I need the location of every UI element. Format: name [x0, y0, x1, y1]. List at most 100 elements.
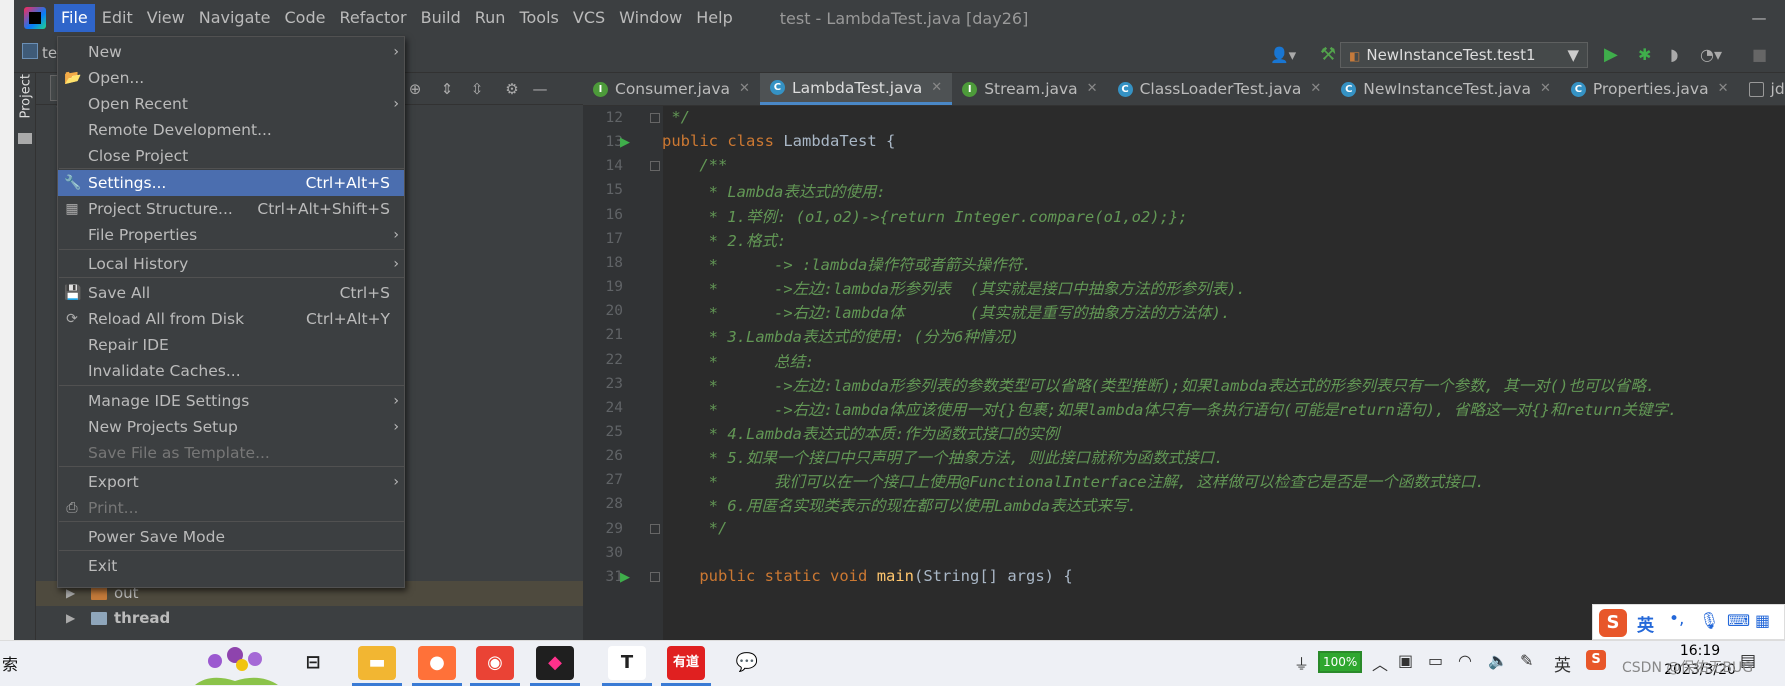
fold-marker-icon[interactable] [650, 571, 660, 582]
code-line[interactable]: * 2.格式: [662, 229, 787, 251]
menu-item-close-project[interactable]: Close Project [58, 143, 404, 169]
code-line[interactable]: * 我们可以在一个接口上使用@FunctionalInterface注解, 这样… [662, 470, 1485, 492]
code-line[interactable]: * 1.举例: (o1,o2)->{return Integer.compare… [662, 205, 1188, 227]
intellij-taskbar-icon[interactable]: ◆ [536, 646, 574, 680]
menu-vcs[interactable]: VCS [566, 4, 612, 32]
fold-marker-icon[interactable] [650, 161, 660, 172]
project-tool-button[interactable]: Project [19, 74, 34, 118]
sogou-tray-icon[interactable]: S [1586, 650, 1606, 670]
battery-indicator[interactable]: 100% [1318, 651, 1363, 673]
menu-navigate[interactable]: Navigate [192, 4, 278, 32]
menu-run[interactable]: Run [468, 4, 513, 32]
gear-icon[interactable]: ⚙ [503, 80, 521, 98]
menu-item-reload-all-from-disk[interactable]: ⟳ Reload All from Disk Ctrl+Alt+Y [58, 306, 404, 332]
debug-icon[interactable]: ✱ [1638, 42, 1651, 68]
menu-item-remote-development[interactable]: Remote Development... [58, 117, 404, 143]
code-line[interactable]: public class LambdaTest { [662, 132, 895, 150]
close-icon[interactable]: ✕ [931, 73, 942, 104]
typora-taskbar-icon[interactable]: T [608, 646, 646, 680]
menu-window[interactable]: Window [612, 4, 689, 32]
code-line[interactable]: */ [662, 108, 690, 126]
code-line[interactable]: * ->左边:lambda形参列表的参数类型可以省略(类型推断);如果lambd… [662, 374, 1655, 396]
menu-view[interactable]: View [140, 4, 192, 32]
menu-item-open[interactable]: 📂 Open... [58, 65, 404, 91]
close-icon[interactable]: ✕ [1087, 73, 1098, 105]
menu-item-power-save-mode[interactable]: Power Save Mode [58, 524, 404, 550]
editor-tab[interactable]: C ClassLoaderTest.java ✕ [1108, 73, 1332, 105]
microphone-icon[interactable]: 🎙 [1699, 611, 1719, 630]
code-line[interactable]: * Lambda表达式的使用: [662, 180, 886, 202]
run-gutter-icon[interactable]: ▶ [620, 135, 630, 150]
punctuation-icon[interactable]: •, [1669, 609, 1684, 629]
code-line[interactable]: * 6.用匿名实现类表示的现在都可以使用Lambda表达式来写. [662, 494, 1137, 516]
editor-tab[interactable]: I Consumer.java ✕ [583, 73, 760, 105]
menu-item-open-recent[interactable]: Open Recent › [58, 91, 404, 117]
menu-help[interactable]: Help [689, 4, 739, 32]
collapse-all-icon[interactable]: ⇳ [468, 80, 486, 98]
ime-language[interactable]: 英 [1637, 611, 1654, 636]
menu-item-new[interactable]: New › [58, 39, 404, 65]
code-line[interactable]: /** [662, 156, 727, 174]
menu-item-project-structure[interactable]: ▦ Project Structure... Ctrl+Alt+Shift+S [58, 196, 404, 222]
menu-refactor[interactable]: Refactor [332, 4, 413, 32]
menu-item-settings[interactable]: 🔧 Settings... Ctrl+Alt+S [58, 170, 404, 196]
run-gutter-icon[interactable]: ▶ [620, 570, 630, 585]
menu-item-export[interactable]: Export › [58, 469, 404, 495]
close-icon[interactable]: ✕ [1540, 73, 1551, 105]
code-line[interactable]: * -> :lambda操作符或者箭头操作符. [662, 253, 1032, 275]
close-icon[interactable]: ✕ [1310, 73, 1321, 105]
profile-icon[interactable]: ◔▾ [1700, 42, 1722, 68]
menu-item-invalidate-caches[interactable]: Invalidate Caches... [58, 358, 404, 384]
menu-item-file-properties[interactable]: File Properties › [58, 222, 404, 248]
editor-tab[interactable]: C NewInstanceTest.java ✕ [1331, 73, 1561, 105]
chevron-right-icon[interactable]: ▶ [66, 606, 75, 631]
wifi-icon[interactable]: ◠ [1458, 651, 1472, 670]
menu-edit[interactable]: Edit [95, 4, 140, 32]
close-icon[interactable]: ✕ [739, 73, 750, 105]
fold-marker-icon[interactable] [650, 113, 660, 123]
menu-code[interactable]: Code [278, 4, 333, 32]
run-icon[interactable]: ▶ [1604, 42, 1618, 68]
youdao-taskbar-icon[interactable]: 有道 [667, 646, 705, 680]
account-icon[interactable]: 👤▾ [1270, 42, 1296, 68]
locate-icon[interactable]: ⊕ [406, 80, 424, 98]
stop-icon[interactable]: ■ [1752, 42, 1767, 68]
toolbox-icon[interactable]: ▦ [1755, 611, 1770, 630]
run-configuration-select[interactable]: ◧ NewInstanceTest.test1 ▼ [1340, 42, 1588, 68]
hide-panel-icon[interactable]: — [531, 80, 549, 98]
menu-item-repair-ide[interactable]: Repair IDE [58, 332, 404, 358]
coverage-icon[interactable]: ◗ [1670, 42, 1678, 68]
search-label[interactable]: 索 [2, 651, 18, 675]
code-line[interactable]: public static void main(String[] args) { [662, 567, 1072, 585]
task-view-taskbar-icon[interactable]: ⊟ [294, 646, 332, 680]
expand-all-icon[interactable]: ⇕ [438, 80, 456, 98]
chevron-up-icon[interactable]: ︿ [1372, 651, 1388, 675]
code-line[interactable]: * ->左边:lambda形参列表 (其实就是接口中抽象方法的形参列表). [662, 277, 1246, 299]
code-line[interactable]: * 4.Lambda表达式的本质:作为函数式接口的实例 [662, 422, 1060, 444]
code-line[interactable]: */ [662, 519, 728, 537]
menu-item-local-history[interactable]: Local History › [58, 251, 404, 277]
editor-tab[interactable]: jdbc.prop [1739, 73, 1785, 105]
code-line[interactable]: * 5.如果一个接口中只声明了一个抽象方法, 则此接口就称为函数式接口. [662, 446, 1224, 468]
editor-tab[interactable]: C Properties.java ✕ [1561, 73, 1739, 105]
code-line[interactable]: * 3.Lambda表达式的使用: (分为6种情况) [662, 325, 1019, 347]
file-explorer-taskbar-icon[interactable]: ▬ [358, 646, 396, 680]
project-breadcrumb[interactable]: te [42, 40, 57, 66]
close-icon[interactable]: ✕ [1718, 73, 1729, 105]
fold-marker-icon[interactable] [650, 523, 660, 534]
build-hammer-icon[interactable]: ⚒ [1320, 42, 1336, 68]
editor-tab[interactable]: I Stream.java ✕ [952, 73, 1107, 105]
volume-icon[interactable]: 🔈 [1488, 651, 1508, 670]
tray-language[interactable]: 英 [1554, 651, 1571, 676]
menu-file[interactable]: File [54, 4, 95, 32]
minimize-icon[interactable]: — [1739, 9, 1779, 27]
chrome-taskbar-icon[interactable]: ◉ [476, 646, 514, 680]
keyboard-icon[interactable]: ⌨ [1727, 611, 1750, 630]
editor-tab[interactable]: C LambdaTest.java ✕ [759, 73, 953, 105]
menu-item-exit[interactable]: Exit [58, 553, 404, 579]
code-line[interactable]: * ->右边:lambda体 (其实就是重写的抽象方法的方法体). [662, 301, 1231, 323]
menu-item-manage-ide-settings[interactable]: Manage IDE Settings › [58, 388, 404, 414]
code-line[interactable]: * 总结: [662, 350, 815, 372]
sogou-logo-icon[interactable]: S [1599, 609, 1627, 637]
menu-tools[interactable]: Tools [512, 4, 565, 32]
